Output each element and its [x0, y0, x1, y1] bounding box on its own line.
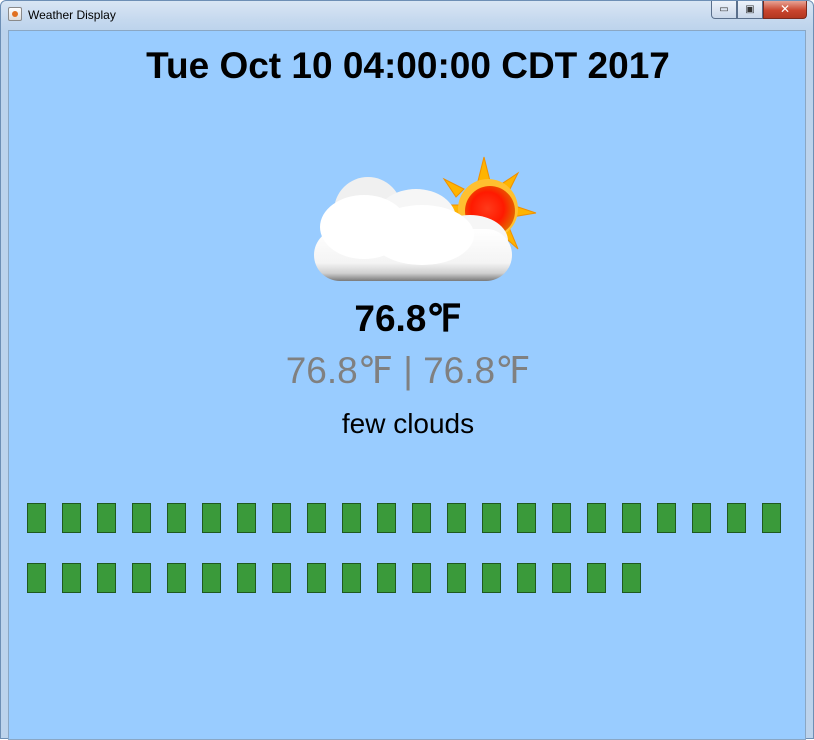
indicator-block [412, 563, 431, 593]
indicator-block [132, 503, 151, 533]
indicator-block [167, 563, 186, 593]
indicator-block [27, 503, 46, 533]
weather-display-window: Weather Display ▭ ▣ ✕ Tue Oct 10 04:00:0… [0, 0, 814, 740]
weather-panel: Tue Oct 10 04:00:00 CDT 2017 76.8℉ 76.8℉… [8, 30, 806, 740]
indicator-block [482, 503, 501, 533]
indicator-block [307, 563, 326, 593]
indicator-block [237, 503, 256, 533]
indicator-block [272, 503, 291, 533]
close-icon: ✕ [779, 2, 791, 16]
indicator-block [587, 503, 606, 533]
date-time-label: Tue Oct 10 04:00:00 CDT 2017 [146, 45, 670, 86]
indicator-block [342, 563, 361, 593]
indicator-block [447, 563, 466, 593]
indicator-block [412, 503, 431, 533]
indicator-row-2 [27, 563, 657, 593]
indicator-block [342, 503, 361, 533]
indicator-block [237, 563, 256, 593]
indicator-block [272, 563, 291, 593]
indicator-block [62, 503, 81, 533]
indicator-block [692, 503, 711, 533]
indicator-block [27, 563, 46, 593]
window-controls: ▭ ▣ ✕ [711, 1, 807, 21]
indicator-block [657, 503, 676, 533]
indicator-block [622, 563, 641, 593]
indicator-block [97, 503, 116, 533]
indicator-block [622, 503, 641, 533]
minimize-icon: ▭ [719, 4, 729, 15]
java-cup-icon[interactable] [8, 7, 22, 21]
indicator-block [307, 503, 326, 533]
indicator-block [587, 563, 606, 593]
minimize-button[interactable]: ▭ [711, 1, 737, 19]
close-button[interactable]: ✕ [763, 1, 807, 19]
few-clouds-day-icon [314, 156, 537, 281]
indicator-block [552, 503, 571, 533]
temperature-range: 76.8℉ | 76.8℉ [285, 350, 531, 391]
current-temperature: 76.8℉ [354, 298, 462, 339]
indicator-block [202, 563, 221, 593]
indicator-block [377, 503, 396, 533]
indicator-block [132, 563, 151, 593]
indicator-block [377, 563, 396, 593]
indicator-block [552, 563, 571, 593]
indicator-block [517, 563, 536, 593]
indicator-block [202, 503, 221, 533]
indicator-block [762, 503, 781, 533]
indicator-block [167, 503, 186, 533]
maximize-button[interactable]: ▣ [737, 1, 763, 19]
indicator-block [482, 563, 501, 593]
indicator-block [727, 503, 746, 533]
indicator-block [97, 563, 116, 593]
maximize-icon: ▣ [745, 4, 755, 15]
window-title: Weather Display [28, 8, 116, 22]
indicator-row-1 [27, 503, 797, 533]
title-bar[interactable]: Weather Display ▭ ▣ ✕ [1, 1, 813, 29]
indicator-block [447, 503, 466, 533]
indicator-block [517, 503, 536, 533]
indicator-block [62, 563, 81, 593]
weather-condition: few clouds [341, 408, 475, 439]
